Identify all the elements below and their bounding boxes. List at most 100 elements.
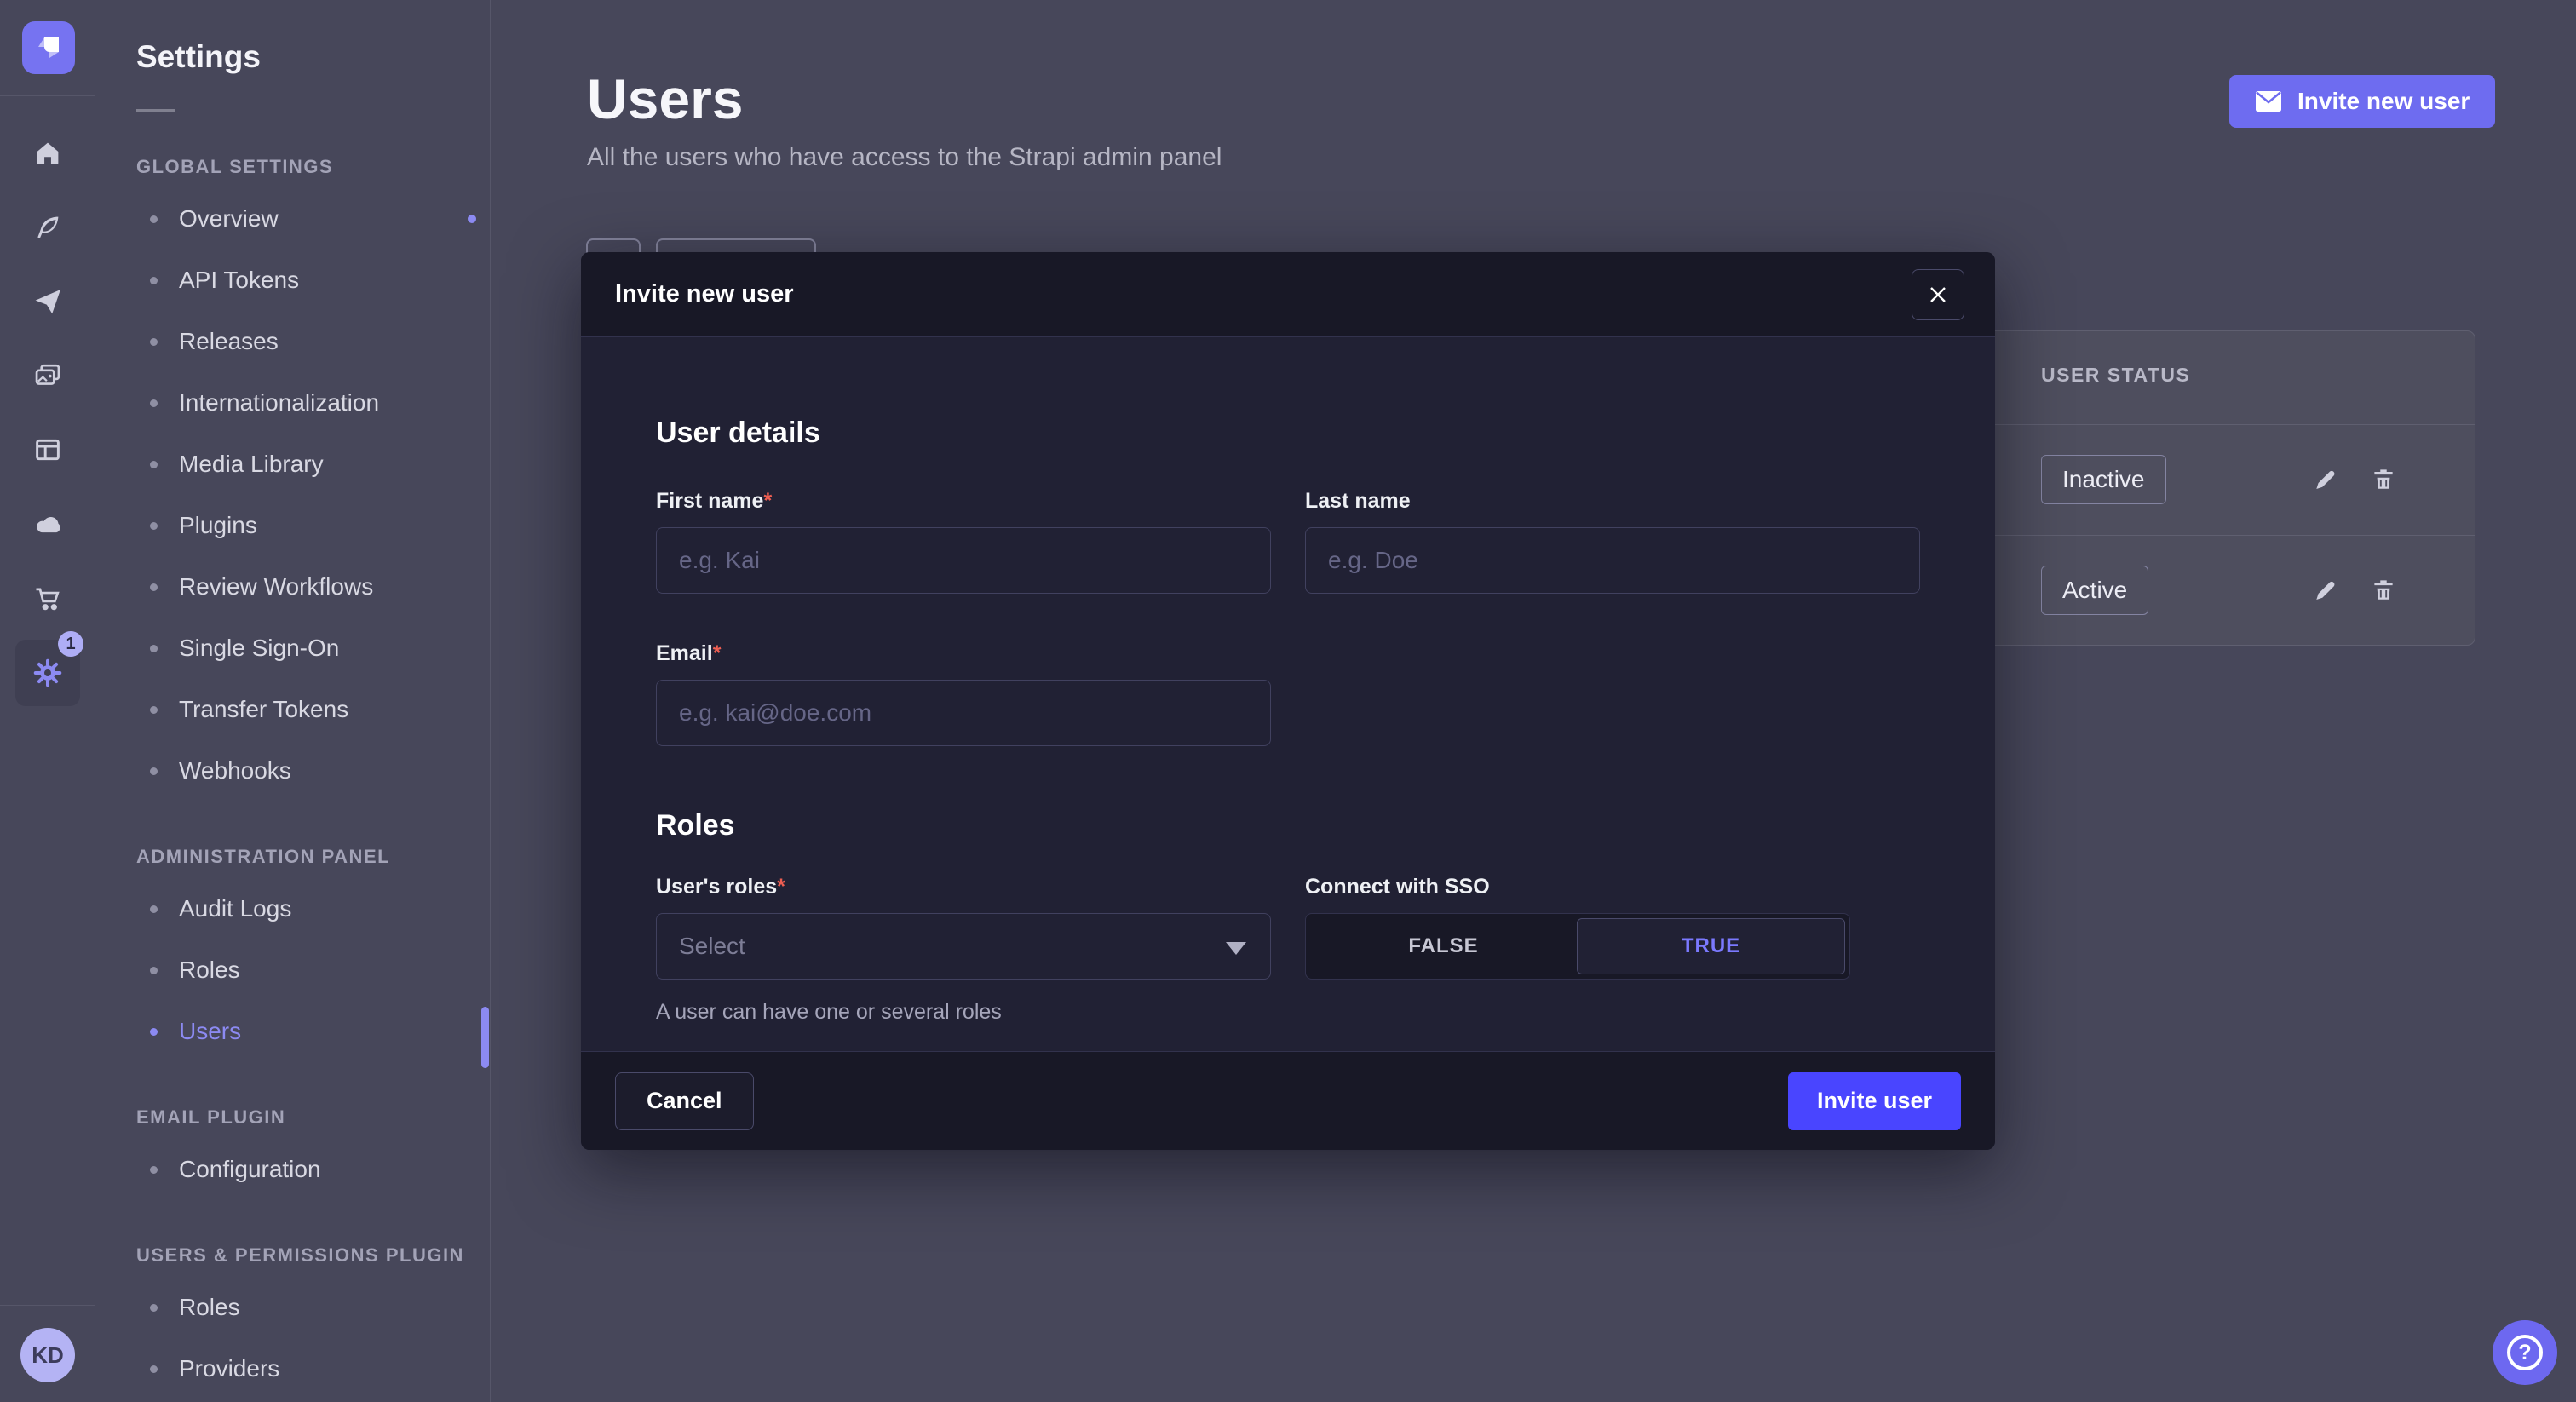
email-label: Email* — [656, 641, 1271, 666]
nav-list-users-permissions: Roles Providers — [136, 1277, 490, 1399]
roles-hint: A user can have one or several roles — [656, 1000, 1271, 1025]
sidebar-item-audit-logs[interactable]: Audit Logs — [136, 878, 490, 939]
sidebar-item-label: Roles — [179, 957, 240, 984]
cancel-button[interactable]: Cancel — [615, 1072, 754, 1130]
invite-new-user-button[interactable]: Invite new user — [2229, 75, 2495, 128]
sidebar-item-configuration[interactable]: Configuration — [136, 1139, 490, 1200]
sidebar-item-single-sign-on[interactable]: Single Sign-On — [136, 618, 490, 679]
edit-pencil-icon[interactable] — [2309, 463, 2343, 497]
bullet-icon — [150, 967, 158, 974]
envelope-icon — [2255, 90, 2282, 112]
bullet-icon — [150, 522, 158, 530]
settings-title-underline — [136, 109, 175, 112]
sidebar-item-overview[interactable]: Overview — [136, 188, 490, 250]
bullet-icon — [150, 1166, 158, 1174]
deploy-cloud-icon[interactable] — [15, 486, 80, 560]
users-roles-select[interactable]: Select — [656, 913, 1271, 980]
settings-sidebar: Settings GLOBAL SETTINGS Overview API To… — [96, 0, 491, 1402]
strapi-logo-glyph — [34, 33, 63, 62]
nav-section-email-plugin: EMAIL PLUGIN — [136, 1106, 490, 1129]
invite-new-user-label: Invite new user — [2297, 88, 2470, 115]
sidebar-item-plugins[interactable]: Plugins — [136, 495, 490, 556]
release-icon[interactable] — [15, 264, 80, 338]
nav-list-global: Overview API Tokens Releases Internation… — [136, 188, 490, 802]
page-subtitle: All the users who have access to the Str… — [587, 143, 1222, 172]
nav-section-users-permissions-plugin: USERS & PERMISSIONS PLUGIN — [136, 1244, 490, 1267]
sidebar-item-label: Users — [179, 1018, 241, 1045]
page-title: Users — [587, 66, 743, 131]
sso-toggle-true[interactable]: TRUE — [1577, 918, 1845, 974]
rail-icon-list: 1 — [0, 116, 95, 706]
sidebar-item-review-workflows[interactable]: Review Workflows — [136, 556, 490, 618]
avatar[interactable]: KD — [20, 1328, 75, 1382]
sidebar-item-up-roles[interactable]: Roles — [136, 1277, 490, 1338]
name-fields-row: First name* Last name — [656, 489, 1920, 594]
first-name-label: First name* — [656, 489, 1271, 514]
modal-title: Invite new user — [615, 280, 794, 308]
sidebar-item-api-tokens[interactable]: API Tokens — [136, 250, 490, 311]
first-name-input[interactable] — [656, 527, 1271, 594]
question-mark-icon: ? — [2507, 1335, 2543, 1370]
sidebar-item-internationalization[interactable]: Internationalization — [136, 372, 490, 434]
bullet-icon — [150, 706, 158, 714]
settings-sidebar-title: Settings — [136, 39, 490, 75]
bullet-icon — [150, 583, 158, 591]
bullet-icon — [150, 1365, 158, 1373]
bullet-icon — [150, 338, 158, 346]
sidebar-item-label: API Tokens — [179, 267, 299, 294]
home-icon[interactable] — [15, 116, 80, 190]
bullet-icon — [150, 215, 158, 223]
bullet-icon — [150, 645, 158, 652]
sidebar-item-admin-roles[interactable]: Roles — [136, 939, 490, 1001]
settings-gear-icon[interactable]: 1 — [15, 640, 80, 706]
sidebar-item-media-library[interactable]: Media Library — [136, 434, 490, 495]
sidebar-scrollbar-thumb[interactable] — [481, 1007, 489, 1068]
email-field-row: Email* — [656, 641, 1920, 746]
required-asterisk: * — [763, 489, 772, 513]
bullet-icon — [150, 1304, 158, 1312]
content-type-builder-icon[interactable] — [15, 412, 80, 486]
sidebar-item-label: Overview — [179, 205, 279, 233]
notification-dot-icon — [468, 215, 476, 223]
strapi-logo[interactable] — [22, 21, 75, 74]
email-field-group: Email* — [656, 641, 1271, 746]
marketplace-cart-icon[interactable] — [15, 560, 80, 635]
delete-trash-icon[interactable] — [2366, 573, 2401, 607]
bullet-icon — [150, 767, 158, 775]
last-name-input[interactable] — [1305, 527, 1920, 594]
sidebar-item-transfer-tokens[interactable]: Transfer Tokens — [136, 679, 490, 740]
nav-section-global-settings: GLOBAL SETTINGS — [136, 156, 490, 178]
invite-user-submit-button[interactable]: Invite user — [1788, 1072, 1961, 1130]
delete-trash-icon[interactable] — [2366, 463, 2401, 497]
bullet-icon — [150, 1028, 158, 1036]
status-badge: Inactive — [2041, 455, 2166, 504]
required-asterisk: * — [713, 641, 722, 665]
email-input[interactable] — [656, 680, 1271, 746]
sidebar-item-webhooks[interactable]: Webhooks — [136, 740, 490, 802]
icon-rail: 1 KD — [0, 0, 95, 1402]
bullet-icon — [150, 461, 158, 468]
content-manager-icon[interactable] — [15, 190, 80, 264]
sidebar-item-releases[interactable]: Releases — [136, 311, 490, 372]
bullet-icon — [150, 399, 158, 407]
roles-heading: Roles — [656, 809, 1920, 842]
edit-pencil-icon[interactable] — [2309, 573, 2343, 607]
sidebar-item-users[interactable]: Users — [136, 1001, 490, 1062]
sidebar-item-label: Review Workflows — [179, 573, 373, 600]
nav-list-admin: Audit Logs Roles Users — [136, 878, 490, 1062]
sidebar-item-providers[interactable]: Providers — [136, 1338, 490, 1399]
rail-avatar-section: KD — [0, 1305, 95, 1402]
sidebar-item-label: Plugins — [179, 512, 257, 539]
sidebar-item-label: Transfer Tokens — [179, 696, 348, 723]
settings-badge: 1 — [58, 631, 83, 657]
help-button[interactable]: ? — [2493, 1320, 2557, 1385]
bullet-icon — [150, 905, 158, 913]
last-name-field-group: Last name — [1305, 489, 1920, 594]
sidebar-item-label: Configuration — [179, 1156, 321, 1183]
close-icon[interactable] — [1912, 269, 1964, 320]
nav-section-administration-panel: ADMINISTRATION PANEL — [136, 846, 490, 868]
sso-toggle-false[interactable]: FALSE — [1310, 918, 1577, 974]
status-badge: Active — [2041, 566, 2148, 615]
media-library-icon[interactable] — [15, 338, 80, 412]
select-placeholder: Select — [679, 933, 745, 960]
